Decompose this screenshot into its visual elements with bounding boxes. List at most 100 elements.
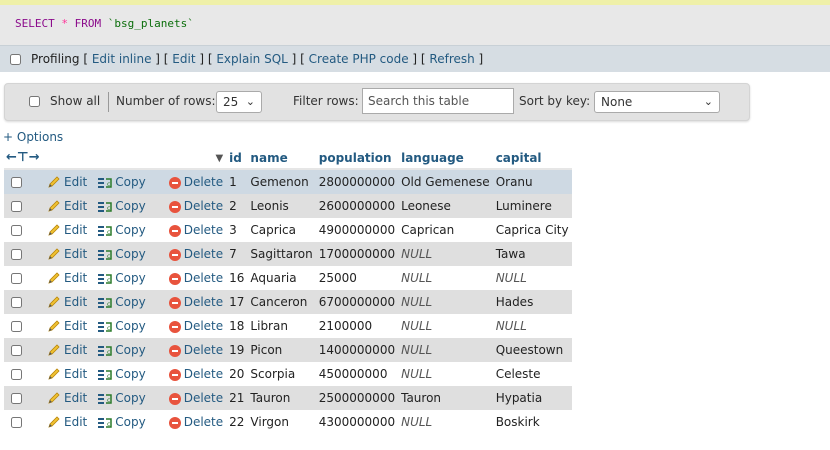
cell-population[interactable]: 4300000000 bbox=[315, 410, 399, 434]
delete-button[interactable]: Delete bbox=[148, 314, 227, 338]
cell-id[interactable]: 16 bbox=[226, 266, 248, 290]
edit-button[interactable]: Edit bbox=[25, 290, 91, 314]
row-checkbox[interactable] bbox=[11, 201, 22, 212]
table-row[interactable]: Edit c Copy Delete 1 Gemenon 2800000000 Old Gem… bbox=[4, 169, 572, 194]
edit-button[interactable]: Edit bbox=[25, 314, 91, 338]
delete-button[interactable]: Delete bbox=[148, 169, 227, 194]
cell-capital[interactable]: NULL bbox=[492, 314, 572, 338]
row-checkbox[interactable] bbox=[11, 417, 22, 428]
table-row[interactable]: Edit c Copy Delete 3 Caprica 4900000000 Caprica… bbox=[4, 218, 572, 242]
cell-language[interactable]: Old Gemenese bbox=[398, 169, 493, 194]
show-all-checkbox[interactable] bbox=[29, 96, 40, 107]
row-checkbox[interactable] bbox=[11, 369, 22, 380]
cell-name[interactable]: Canceron bbox=[247, 290, 316, 314]
cell-id[interactable]: 3 bbox=[226, 218, 248, 242]
delete-button[interactable]: Delete bbox=[148, 290, 227, 314]
row-checkbox[interactable] bbox=[11, 177, 22, 188]
cell-population[interactable]: 1400000000 bbox=[315, 338, 399, 362]
copy-button[interactable]: c Copy bbox=[90, 386, 149, 410]
table-row[interactable]: Edit c Copy Delete 22 Virgon 4300000000 NULL Bos… bbox=[4, 410, 572, 434]
row-checkbox[interactable] bbox=[11, 249, 22, 260]
copy-button[interactable]: c Copy bbox=[90, 194, 149, 218]
cell-id[interactable]: 19 bbox=[226, 338, 248, 362]
copy-button[interactable]: c Copy bbox=[90, 290, 149, 314]
cell-language[interactable]: Leonese bbox=[398, 194, 493, 218]
edit-query-link[interactable]: Edit bbox=[172, 52, 195, 66]
cell-id[interactable]: 1 bbox=[226, 169, 248, 194]
delete-button[interactable]: Delete bbox=[148, 410, 227, 434]
cell-name[interactable]: Caprica bbox=[247, 218, 316, 242]
cell-population[interactable]: 2600000000 bbox=[315, 194, 399, 218]
delete-button[interactable]: Delete bbox=[148, 338, 227, 362]
cell-population[interactable]: 25000 bbox=[315, 266, 399, 290]
edit-button[interactable]: Edit bbox=[25, 169, 91, 194]
sort-by-key-select[interactable]: None ⌄ bbox=[594, 91, 720, 113]
cell-population[interactable]: 4900000000 bbox=[315, 218, 399, 242]
delete-button[interactable]: Delete bbox=[148, 242, 227, 266]
edit-button[interactable]: Edit bbox=[25, 194, 91, 218]
cell-name[interactable]: Scorpia bbox=[247, 362, 316, 386]
profiling-checkbox[interactable] bbox=[10, 54, 21, 65]
copy-button[interactable]: c Copy bbox=[90, 169, 149, 194]
row-checkbox[interactable] bbox=[11, 225, 22, 236]
column-header-language[interactable]: language bbox=[398, 147, 493, 170]
delete-button[interactable]: Delete bbox=[148, 218, 227, 242]
cell-population[interactable]: 450000000 bbox=[315, 362, 399, 386]
filter-rows-field[interactable] bbox=[362, 88, 514, 114]
cell-language[interactable]: NULL bbox=[398, 410, 493, 434]
edit-inline-link[interactable]: Edit inline bbox=[92, 52, 152, 66]
create-php-code-link[interactable]: Create PHP code bbox=[309, 52, 409, 66]
delete-button[interactable]: Delete bbox=[148, 266, 227, 290]
cell-name[interactable]: Leonis bbox=[247, 194, 316, 218]
cell-name[interactable]: Tauron bbox=[247, 386, 316, 410]
table-row[interactable]: Edit c Copy Delete 19 Picon 1400000000 NULL Quee… bbox=[4, 338, 572, 362]
cell-capital[interactable]: Boskirk bbox=[492, 410, 572, 434]
cell-capital[interactable]: Luminere bbox=[492, 194, 572, 218]
explain-sql-link[interactable]: Explain SQL bbox=[216, 52, 288, 66]
edit-button[interactable]: Edit bbox=[25, 266, 91, 290]
cell-capital[interactable]: NULL bbox=[492, 266, 572, 290]
cell-language[interactable]: Tauron bbox=[398, 386, 493, 410]
filter-rows-input[interactable] bbox=[368, 94, 508, 108]
options-link[interactable]: + Options bbox=[3, 130, 63, 144]
cell-language[interactable]: NULL bbox=[398, 314, 493, 338]
row-checkbox[interactable] bbox=[11, 393, 22, 404]
column-header-population[interactable]: population bbox=[315, 147, 399, 170]
column-header-capital[interactable]: capital bbox=[492, 147, 572, 170]
cell-language[interactable]: NULL bbox=[398, 362, 493, 386]
delete-button[interactable]: Delete bbox=[148, 386, 227, 410]
cell-language[interactable]: Caprican bbox=[398, 218, 493, 242]
copy-button[interactable]: c Copy bbox=[90, 410, 149, 434]
cell-population[interactable]: 6700000000 bbox=[315, 290, 399, 314]
cell-population[interactable]: 2500000000 bbox=[315, 386, 399, 410]
edit-button[interactable]: Edit bbox=[25, 218, 91, 242]
refresh-link[interactable]: Refresh bbox=[429, 52, 474, 66]
cell-id[interactable]: 2 bbox=[226, 194, 248, 218]
delete-button[interactable]: Delete bbox=[148, 362, 227, 386]
cell-language[interactable]: NULL bbox=[398, 266, 493, 290]
edit-button[interactable]: Edit bbox=[25, 242, 91, 266]
table-row[interactable]: Edit c Copy Delete 2 Leonis 2600000000 Leonese L… bbox=[4, 194, 572, 218]
cell-capital[interactable]: Oranu bbox=[492, 169, 572, 194]
table-row[interactable]: Edit c Copy Delete 16 Aquaria 25000 NULL NULL bbox=[4, 266, 572, 290]
table-row[interactable]: Edit c Copy Delete 17 Canceron 6700000000 NULL H… bbox=[4, 290, 572, 314]
edit-button[interactable]: Edit bbox=[25, 338, 91, 362]
delete-button[interactable]: Delete bbox=[148, 194, 227, 218]
copy-button[interactable]: c Copy bbox=[90, 218, 149, 242]
column-header-name[interactable]: name bbox=[247, 147, 316, 170]
cell-capital[interactable]: Queestown bbox=[492, 338, 572, 362]
cell-id[interactable]: 21 bbox=[226, 386, 248, 410]
cell-name[interactable]: Libran bbox=[247, 314, 316, 338]
table-row[interactable]: Edit c Copy Delete 21 Tauron 2500000000 Tauron H… bbox=[4, 386, 572, 410]
cell-population[interactable]: 2800000000 bbox=[315, 169, 399, 194]
cell-name[interactable]: Aquaria bbox=[247, 266, 316, 290]
cell-language[interactable]: NULL bbox=[398, 338, 493, 362]
column-resize-arrows-icon[interactable]: ←⊤→ bbox=[6, 150, 40, 165]
cell-capital[interactable]: Hypatia bbox=[492, 386, 572, 410]
edit-button[interactable]: Edit bbox=[25, 362, 91, 386]
copy-button[interactable]: c Copy bbox=[90, 338, 149, 362]
copy-button[interactable]: c Copy bbox=[90, 266, 149, 290]
cell-population[interactable]: 1700000000 bbox=[315, 242, 399, 266]
number-of-rows-select[interactable]: 25 ⌄ bbox=[216, 91, 262, 113]
cell-language[interactable]: NULL bbox=[398, 242, 493, 266]
